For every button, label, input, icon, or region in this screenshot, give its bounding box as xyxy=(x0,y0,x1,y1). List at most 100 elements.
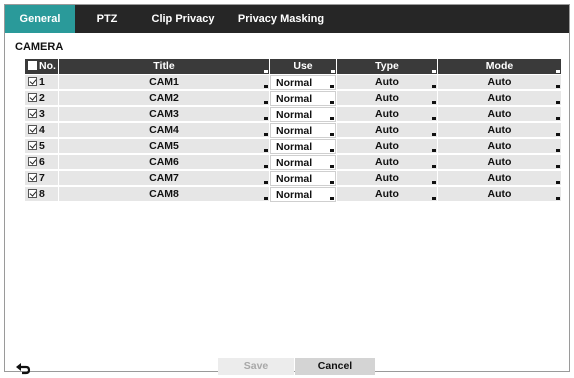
row-checkbox[interactable] xyxy=(28,141,37,150)
dropdown-corner-icon xyxy=(432,149,436,152)
row-checkbox[interactable] xyxy=(28,93,37,102)
use-value: Normal xyxy=(276,141,313,153)
row-checkbox[interactable] xyxy=(28,109,37,118)
dropdown-corner-icon xyxy=(432,197,436,200)
title-field[interactable]: CAM1 xyxy=(59,75,269,90)
row-no: 8 xyxy=(39,188,45,200)
corner-mark-icon xyxy=(264,101,268,104)
header-no[interactable]: No. xyxy=(25,59,58,74)
title-field[interactable]: CAM2 xyxy=(59,91,269,106)
use-value: Normal xyxy=(276,125,313,137)
mode-value: Auto xyxy=(487,124,512,136)
use-dropdown[interactable]: Normal xyxy=(270,123,336,138)
use-dropdown[interactable]: Normal xyxy=(270,107,336,122)
type-value: Auto xyxy=(375,140,399,152)
tab-ptz[interactable]: PTZ xyxy=(83,5,131,33)
mode-value: Auto xyxy=(487,188,512,200)
row-no-cell[interactable]: 4 xyxy=(25,123,58,138)
corner-mark-icon xyxy=(556,70,560,73)
type-dropdown[interactable]: Auto xyxy=(337,155,437,170)
type-value: Auto xyxy=(375,76,399,88)
corner-mark-icon xyxy=(264,133,268,136)
title-value: CAM4 xyxy=(149,124,179,136)
mode-dropdown[interactable]: Auto xyxy=(438,139,561,154)
tab-general[interactable]: General xyxy=(5,5,75,33)
type-dropdown[interactable]: Auto xyxy=(337,107,437,122)
row-checkbox[interactable] xyxy=(28,189,37,198)
use-dropdown[interactable]: Normal xyxy=(270,75,336,90)
row-checkbox[interactable] xyxy=(28,77,37,86)
header-type: Type xyxy=(337,59,437,74)
corner-mark-icon xyxy=(264,117,268,120)
dropdown-corner-icon xyxy=(556,181,560,184)
type-dropdown[interactable]: Auto xyxy=(337,123,437,138)
dropdown-corner-icon xyxy=(330,133,334,136)
use-dropdown[interactable]: Normal xyxy=(270,171,336,186)
row-no-cell[interactable]: 2 xyxy=(25,91,58,106)
dropdown-corner-icon xyxy=(432,85,436,88)
title-field[interactable]: CAM5 xyxy=(59,139,269,154)
type-value: Auto xyxy=(375,188,399,200)
header-no-label: No. xyxy=(39,60,56,72)
row-no-cell[interactable]: 5 xyxy=(25,139,58,154)
row-no-cell[interactable]: 8 xyxy=(25,187,58,202)
tab-clip-privacy[interactable]: Clip Privacy xyxy=(143,5,223,33)
row-no: 4 xyxy=(39,124,45,136)
title-field[interactable]: CAM4 xyxy=(59,123,269,138)
back-arrow-icon[interactable] xyxy=(15,362,31,375)
title-value: CAM5 xyxy=(149,140,179,152)
header-mode-label: Mode xyxy=(485,60,514,72)
row-checkbox[interactable] xyxy=(28,157,37,166)
mode-dropdown[interactable]: Auto xyxy=(438,187,561,202)
header-title-label: Title xyxy=(153,60,175,72)
table-row: 6 CAM6 Normal Auto Auto xyxy=(25,155,561,171)
save-button[interactable]: Save xyxy=(218,358,294,375)
use-dropdown[interactable]: Normal xyxy=(270,187,336,202)
select-all-checkbox[interactable] xyxy=(28,61,37,70)
title-value: CAM3 xyxy=(149,108,179,120)
row-no-cell[interactable]: 6 xyxy=(25,155,58,170)
mode-dropdown[interactable]: Auto xyxy=(438,171,561,186)
table-row: 4 CAM4 Normal Auto Auto xyxy=(25,123,561,139)
corner-mark-icon xyxy=(264,149,268,152)
use-dropdown[interactable]: Normal xyxy=(270,155,336,170)
mode-dropdown[interactable]: Auto xyxy=(438,123,561,138)
mode-dropdown[interactable]: Auto xyxy=(438,91,561,106)
title-field[interactable]: CAM8 xyxy=(59,187,269,202)
dropdown-corner-icon xyxy=(432,181,436,184)
mode-dropdown[interactable]: Auto xyxy=(438,75,561,90)
setup-window: General PTZ Clip Privacy Privacy Masking… xyxy=(4,4,570,375)
title-field[interactable]: CAM6 xyxy=(59,155,269,170)
use-value: Normal xyxy=(276,77,313,89)
use-dropdown[interactable]: Normal xyxy=(270,139,336,154)
use-dropdown[interactable]: Normal xyxy=(270,91,336,106)
use-value: Normal xyxy=(276,173,313,185)
mode-dropdown[interactable]: Auto xyxy=(438,155,561,170)
type-dropdown[interactable]: Auto xyxy=(337,139,437,154)
row-no-cell[interactable]: 7 xyxy=(25,171,58,186)
tab-privacy-masking[interactable]: Privacy Masking xyxy=(233,5,329,33)
row-checkbox[interactable] xyxy=(28,173,37,182)
type-dropdown[interactable]: Auto xyxy=(337,187,437,202)
row-no-cell[interactable]: 3 xyxy=(25,107,58,122)
mode-value: Auto xyxy=(487,172,512,184)
mode-dropdown[interactable]: Auto xyxy=(438,107,561,122)
title-value: CAM1 xyxy=(149,76,179,88)
table-row: 1 CAM1 Normal Auto Auto xyxy=(25,75,561,91)
row-no-cell[interactable]: 1 xyxy=(25,75,58,90)
dropdown-corner-icon xyxy=(330,197,334,200)
type-dropdown[interactable]: Auto xyxy=(337,171,437,186)
type-dropdown[interactable]: Auto xyxy=(337,75,437,90)
dropdown-corner-icon xyxy=(556,117,560,120)
title-field[interactable]: CAM7 xyxy=(59,171,269,186)
dropdown-corner-icon xyxy=(432,117,436,120)
title-field[interactable]: CAM3 xyxy=(59,107,269,122)
mode-value: Auto xyxy=(487,92,512,104)
row-checkbox[interactable] xyxy=(28,125,37,134)
cancel-button[interactable]: Cancel xyxy=(295,358,375,375)
table-header: No. Title Use Type Mode xyxy=(25,59,561,75)
type-dropdown[interactable]: Auto xyxy=(337,91,437,106)
table-row: 7 CAM7 Normal Auto Auto xyxy=(25,171,561,187)
use-value: Normal xyxy=(276,93,313,105)
header-use: Use xyxy=(270,59,336,74)
